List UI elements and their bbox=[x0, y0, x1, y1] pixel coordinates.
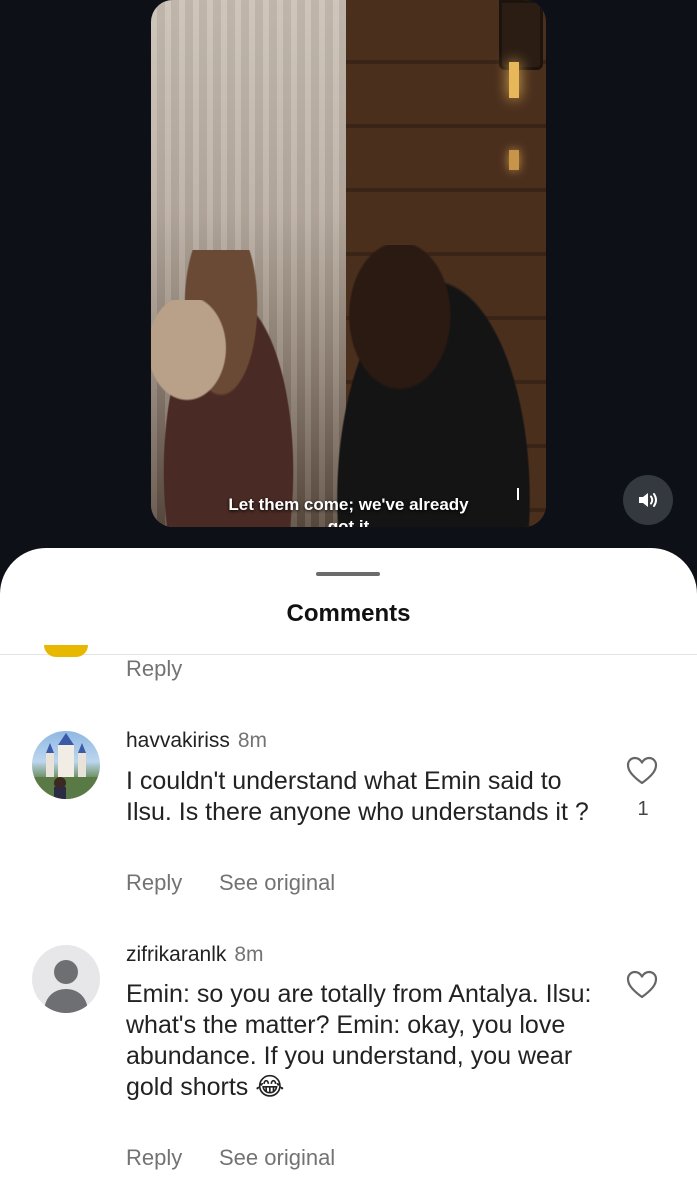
comment-username[interactable]: havvakiriss bbox=[126, 729, 230, 752]
comments-sheet: Comments Reply havvakiriss 8m I couldn't … bbox=[0, 548, 697, 1200]
divider bbox=[0, 654, 697, 655]
like-button[interactable] bbox=[626, 970, 658, 1005]
comment-text: Emin: so you are totally from Antalya. I… bbox=[126, 980, 592, 1101]
comment-timestamp: 8m bbox=[237, 729, 268, 752]
see-original-button[interactable]: See original bbox=[219, 1145, 335, 1171]
volume-button[interactable] bbox=[623, 475, 673, 525]
video-player[interactable]: Let them come; we've already got it bbox=[151, 0, 546, 527]
heart-icon bbox=[626, 756, 658, 785]
comment-username[interactable]: zifrikaranlk bbox=[126, 943, 226, 966]
video-frame-lamp bbox=[509, 62, 519, 98]
avatar[interactable] bbox=[44, 645, 88, 657]
comment-timestamp: 8m bbox=[234, 943, 264, 966]
video-subtitle-cut: got it bbox=[151, 518, 546, 527]
default-avatar-icon bbox=[44, 960, 88, 1013]
video-subtitle: Let them come; we've already bbox=[228, 495, 469, 514]
speaker-icon bbox=[639, 493, 657, 507]
see-original-button[interactable]: See original bbox=[219, 870, 335, 896]
sheet-title: Comments bbox=[286, 600, 411, 627]
comment-text: I couldn't understand what Emin said to … bbox=[126, 767, 589, 826]
like-count: 1 bbox=[637, 798, 649, 820]
reply-button[interactable]: Reply bbox=[126, 1145, 182, 1171]
reply-button[interactable]: Reply bbox=[126, 656, 182, 682]
comment-header: zifrikaranlk 8m bbox=[126, 943, 264, 967]
video-frame-clock bbox=[499, 0, 543, 70]
video-area: Let them come; we've already got it bbox=[0, 0, 697, 560]
avatar[interactable] bbox=[32, 731, 100, 799]
sheet-drag-handle[interactable] bbox=[316, 572, 380, 576]
avatar[interactable] bbox=[32, 945, 100, 1013]
video-frame-hand bbox=[151, 300, 241, 420]
video-frame-lamp bbox=[509, 150, 519, 170]
avatar-image bbox=[32, 733, 100, 799]
reply-button[interactable]: Reply bbox=[126, 870, 182, 896]
like-button[interactable] bbox=[626, 756, 658, 791]
heart-icon bbox=[626, 970, 658, 999]
video-frame-person bbox=[321, 245, 546, 527]
comment-header: havvakiriss 8m bbox=[126, 729, 267, 753]
